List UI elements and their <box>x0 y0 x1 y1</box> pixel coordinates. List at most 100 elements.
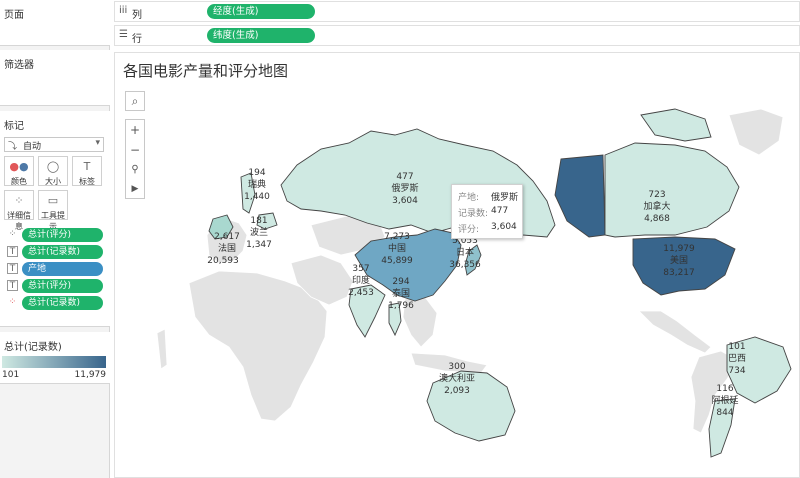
label-japan-name: 日本 <box>456 246 474 258</box>
latitude-pill[interactable]: 纬度(生成) <box>207 28 315 43</box>
label-brazil-name: 巴西 <box>728 353 746 364</box>
label-france-score: 20,593 <box>207 256 239 266</box>
color-dots-icon: ●● <box>9 160 29 173</box>
tooltip-value: 俄罗斯 <box>491 193 519 203</box>
label-russia-count: 477 <box>396 172 413 182</box>
tooltip-value: 477 <box>491 206 509 216</box>
marks-card: 标记 ⤵ 自动 ▾ ●● 颜色 ◯ 大小 T 标签 ⁘ 详细信息 ▭ 工具提示 … <box>0 111 110 327</box>
label-t-icon: T <box>7 280 18 291</box>
filters-title: 筛选器 <box>4 60 34 71</box>
map-toolbar: + − ⚲ ▶ <box>125 119 145 199</box>
label-japan-score: 36,356 <box>449 260 481 270</box>
mark-field-count-color[interactable]: ⁘ 总计(记录数) <box>3 296 103 310</box>
mark-type-label: 自动 <box>23 142 42 152</box>
play-arrow-icon[interactable]: ▶ <box>126 180 144 198</box>
label-sweden-name: 瑞典 <box>248 178 266 190</box>
size-button[interactable]: ◯ 大小 <box>38 156 68 186</box>
tooltip-key: 产地: <box>458 193 480 203</box>
pages-card: 页面 <box>0 0 110 46</box>
zoom-out-button[interactable]: − <box>126 140 144 160</box>
label-argentina-score: 844 <box>716 408 733 418</box>
label-sweden-score: 1,440 <box>244 192 270 202</box>
label-australia-count: 300 <box>448 362 465 372</box>
country-canada-islands[interactable] <box>640 108 712 142</box>
rows-label: 行 <box>132 34 142 45</box>
mark-type-dropdown[interactable]: ⤵ 自动 ▾ <box>4 137 104 152</box>
detail-button[interactable]: ⁘ 详细信息 <box>4 190 34 231</box>
legend-card: 总计(记录数) 101 11,979 <box>0 332 110 384</box>
label-china-name: 中国 <box>388 242 406 254</box>
tooltip-key: 记录数: <box>458 209 489 219</box>
label-poland-score: 1,347 <box>246 240 272 250</box>
label-india-name: 印度 <box>352 274 370 286</box>
label-t-icon: T <box>7 246 18 257</box>
label-sweden-count: 194 <box>248 168 265 178</box>
legend-gradient <box>2 356 106 368</box>
size-circles-icon: ◯ <box>46 160 60 173</box>
label-brazil-count: 101 <box>728 342 745 352</box>
label-canada-name: 加拿大 <box>643 200 670 212</box>
label-china-score: 45,899 <box>381 256 413 266</box>
label-france-name: 法国 <box>218 242 236 254</box>
country-usa-alaska[interactable] <box>554 154 606 238</box>
color-button-label: 颜色 <box>11 177 27 186</box>
land-mexico <box>638 310 712 354</box>
label-usa-count: 11,979 <box>663 244 695 254</box>
color-button[interactable]: ●● 颜色 <box>4 156 34 186</box>
mark-field-score-detail[interactable]: ⁘ 总计(评分) <box>3 228 103 242</box>
map-title: 各国电影产量和评分地图 <box>123 62 289 80</box>
mark-field-label: 产地 <box>22 262 103 276</box>
columns-shelf[interactable]: iii 列 经度(生成) <box>114 1 800 22</box>
label-argentina-name: 阿根廷 <box>711 394 738 406</box>
mark-field-label: 总计(评分) <box>22 279 103 293</box>
mark-field-origin-label[interactable]: T 产地 <box>3 262 103 276</box>
zoom-in-button[interactable]: + <box>126 120 144 140</box>
label-usa-name: 美国 <box>670 254 688 266</box>
legend-title: 总计(记录数) <box>4 342 62 353</box>
rows-shelf[interactable]: ☰ 行 纬度(生成) <box>114 25 800 46</box>
legend-min: 101 <box>2 370 20 380</box>
land-africa <box>188 270 328 422</box>
label-canada-count: 723 <box>648 190 665 200</box>
map-sheet: 各国电影产量和评分地图 477 俄罗斯 3,604 194 瑞典 1,440 1… <box>114 52 800 478</box>
tooltip-value: 3,604 <box>491 222 517 232</box>
pages-title: 页面 <box>4 10 24 21</box>
longitude-pill[interactable]: 经度(生成) <box>207 4 315 19</box>
mark-field-score-label[interactable]: T 总计(评分) <box>3 279 103 293</box>
search-icon[interactable]: ⌕ <box>125 91 145 111</box>
label-china-count: 7,273 <box>384 232 410 242</box>
country-canada[interactable] <box>604 142 740 238</box>
tooltip-key: 评分: <box>458 225 480 235</box>
pin-icon[interactable]: ⚲ <box>126 160 144 180</box>
label-thailand-count: 294 <box>392 277 409 287</box>
tooltip-button[interactable]: ▭ 工具提示 <box>38 190 68 231</box>
mark-field-label: 总计(记录数) <box>22 296 103 310</box>
label-button[interactable]: T 标签 <box>72 156 102 186</box>
label-button-label: 标签 <box>79 177 95 186</box>
mark-field-label: 总计(记录数) <box>22 245 103 259</box>
label-australia-name: 澳大利亚 <box>439 372 475 384</box>
rows-icon: ☰ <box>119 29 128 40</box>
tooltip-bubble-icon: ▭ <box>47 194 59 207</box>
label-argentina-count: 116 <box>716 384 733 394</box>
mark-field-count-label[interactable]: T 总计(记录数) <box>3 245 103 259</box>
label-australia-score: 2,093 <box>444 386 470 396</box>
columns-icon: iii <box>119 5 128 16</box>
detail-dots-icon: ⁘ <box>8 229 17 239</box>
label-russia-score: 3,604 <box>392 196 418 206</box>
mark-field-label: 总计(评分) <box>22 228 103 242</box>
label-india-count: 357 <box>352 264 369 274</box>
map-canvas[interactable]: 477 俄罗斯 3,604 194 瑞典 1,440 181 波兰 1,347 … <box>115 85 799 477</box>
filters-card[interactable]: 筛选器 <box>0 50 110 106</box>
detail-dots-icon: ⁘ <box>14 194 24 207</box>
marks-title: 标记 <box>4 121 24 132</box>
label-poland-count: 181 <box>250 216 267 226</box>
label-thailand-name: 泰国 <box>392 287 410 299</box>
chevron-down-icon: ▾ <box>95 138 100 148</box>
land-west-edge <box>156 328 168 370</box>
color-dots-icon: ⁘ <box>8 297 17 307</box>
label-canada-score: 4,868 <box>644 214 670 224</box>
label-poland-name: 波兰 <box>250 226 268 238</box>
mark-type-icon: ⤵ <box>8 142 18 152</box>
map-tooltip: 产地: 俄罗斯 记录数: 477 评分: 3,604 <box>451 184 523 239</box>
